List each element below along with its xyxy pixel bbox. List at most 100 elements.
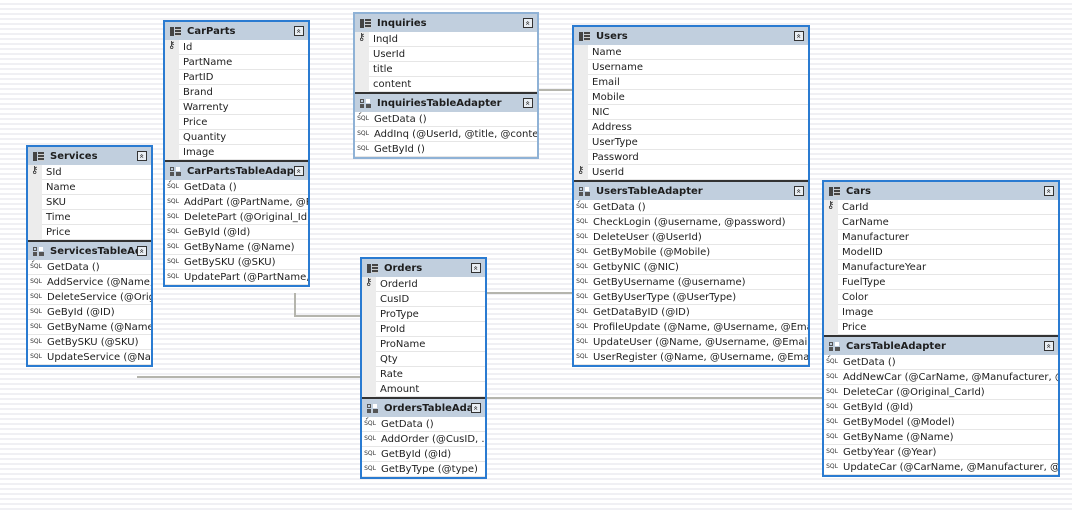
method-row[interactable]: SQL GetDataByID (@ID): [574, 305, 808, 320]
table-users[interactable]: Users » ⚷ Name Username Email Mobile NIC…: [572, 25, 810, 367]
method-row[interactable]: SQLGetData (): [355, 112, 537, 127]
method-row[interactable]: SQL CheckLogin (@username, @password): [574, 215, 808, 230]
table-cars[interactable]: Cars » ⚷ CarId CarName Manufacturer Mode…: [822, 180, 1060, 477]
collapse-chevron-icon[interactable]: »: [523, 18, 533, 28]
column-row[interactable]: UserId: [369, 47, 537, 62]
method-row[interactable]: SQL GetByName (@Name): [28, 320, 151, 335]
method-row[interactable]: SQLGetData (): [362, 417, 485, 432]
method-row[interactable]: SQL GetByMobile (@Mobile): [574, 245, 808, 260]
column-row[interactable]: FuelType: [838, 275, 1058, 290]
collapse-chevron-icon[interactable]: »: [294, 166, 304, 176]
method-row[interactable]: SQL GetByModel (@Model): [824, 415, 1058, 430]
column-row[interactable]: Price: [42, 225, 151, 240]
column-row[interactable]: ManufactureYear: [838, 260, 1058, 275]
method-row[interactable]: SQLUpdateUser (@Name, @Username, @Email,…: [574, 335, 808, 350]
method-row[interactable]: SQLUpdatePart (@PartName, ...: [165, 270, 308, 285]
table-header[interactable]: Inquiries »: [355, 14, 537, 32]
column-row[interactable]: Email: [588, 75, 808, 90]
collapse-chevron-icon[interactable]: »: [523, 98, 533, 108]
adapter-header[interactable]: UsersTableAdapter »: [574, 182, 808, 200]
method-row[interactable]: SQLUpdateCar (@CarName, @Manufacturer, @…: [824, 460, 1058, 475]
method-row[interactable]: SQLGetData (): [28, 260, 151, 275]
adapter-header[interactable]: CarsTableAdapter »: [824, 337, 1058, 355]
column-row[interactable]: Username: [588, 60, 808, 75]
relation-carparts-orders[interactable]: [294, 293, 360, 317]
collapse-chevron-icon[interactable]: »: [294, 26, 304, 36]
method-row[interactable]: SQL DeletePart (@Original_Id): [165, 210, 308, 225]
table-carparts[interactable]: CarParts » ⚷ Id PartName PartID Brand Wa…: [163, 20, 310, 287]
method-row[interactable]: SQL GeById (@Id): [165, 225, 308, 240]
column-row[interactable]: Rate: [376, 367, 485, 382]
column-row[interactable]: CarId: [838, 200, 1058, 215]
method-row[interactable]: SQLUserRegister (@Name, @Username, @Emai…: [574, 350, 808, 365]
method-row[interactable]: SQL GetBySKU (@SKU): [165, 255, 308, 270]
column-row[interactable]: SId: [42, 165, 151, 180]
table-header[interactable]: Services »: [28, 147, 151, 165]
column-row[interactable]: Name: [588, 45, 808, 60]
method-row[interactable]: SQLGetData (): [165, 180, 308, 195]
column-row[interactable]: Time: [42, 210, 151, 225]
column-row[interactable]: content: [369, 77, 537, 92]
collapse-chevron-icon[interactable]: »: [1044, 186, 1054, 196]
column-row[interactable]: ProName: [376, 337, 485, 352]
collapse-chevron-icon[interactable]: »: [794, 31, 804, 41]
column-row[interactable]: Price: [179, 115, 308, 130]
method-row[interactable]: SQL UpdateService (@Na...: [28, 350, 151, 365]
column-row[interactable]: Mobile: [588, 90, 808, 105]
column-row[interactable]: Image: [838, 305, 1058, 320]
column-row[interactable]: InqId: [369, 32, 537, 47]
method-row[interactable]: SQL GetByType (@type): [362, 462, 485, 477]
method-row[interactable]: SQL DeleteCar (@Original_CarId): [824, 385, 1058, 400]
column-row[interactable]: Name: [42, 180, 151, 195]
table-header[interactable]: Cars »: [824, 182, 1058, 200]
column-row[interactable]: ModelID: [838, 245, 1058, 260]
column-row[interactable]: CusID: [376, 292, 485, 307]
column-row[interactable]: UserId: [588, 165, 808, 180]
column-row[interactable]: Address: [588, 120, 808, 135]
column-row[interactable]: NIC: [588, 105, 808, 120]
column-row[interactable]: CarName: [838, 215, 1058, 230]
collapse-chevron-icon[interactable]: »: [471, 403, 481, 413]
method-row[interactable]: SQL GetbyYear (@Year): [824, 445, 1058, 460]
method-row[interactable]: SQLAddPart (@PartName, @Pa...: [165, 195, 308, 210]
column-row[interactable]: Password: [588, 150, 808, 165]
column-row[interactable]: Image: [179, 145, 308, 160]
column-row[interactable]: UserType: [588, 135, 808, 150]
column-row[interactable]: Price: [838, 320, 1058, 335]
column-row[interactable]: ProType: [376, 307, 485, 322]
adapter-header[interactable]: ServicesTableAdapt »: [28, 242, 151, 260]
column-row[interactable]: OrderId: [376, 277, 485, 292]
column-row[interactable]: Color: [838, 290, 1058, 305]
method-row[interactable]: SQL AddOrder (@CusID, ...: [362, 432, 485, 447]
column-row[interactable]: Brand: [179, 85, 308, 100]
column-row[interactable]: PartName: [179, 55, 308, 70]
column-row[interactable]: Quantity: [179, 130, 308, 145]
method-row[interactable]: SQLProfileUpdate (@Name, @Username, @Ema…: [574, 320, 808, 335]
collapse-chevron-icon[interactable]: »: [1044, 341, 1054, 351]
collapse-chevron-icon[interactable]: »: [137, 151, 147, 161]
method-row[interactable]: SQL GetbyNIC (@NIC): [574, 260, 808, 275]
column-row[interactable]: Qty: [376, 352, 485, 367]
method-row[interactable]: SQL GetById (): [355, 142, 537, 157]
method-row[interactable]: SQL GetByUsername (@username): [574, 275, 808, 290]
collapse-chevron-icon[interactable]: »: [471, 263, 481, 273]
method-row[interactable]: SQL GetBySKU (@SKU): [28, 335, 151, 350]
adapter-header[interactable]: OrdersTableAdapter »: [362, 399, 485, 417]
method-row[interactable]: SQL AddInq (@UserId, @title, @content): [355, 127, 537, 142]
adapter-header[interactable]: CarPartsTableAdapter »: [165, 162, 308, 180]
table-orders[interactable]: Orders » ⚷ OrderId CusID ProType ProId P…: [360, 257, 487, 479]
method-row[interactable]: SQL DeleteUser (@UserId): [574, 230, 808, 245]
table-header[interactable]: CarParts »: [165, 22, 308, 40]
method-row[interactable]: SQL GetByName (@Name): [165, 240, 308, 255]
method-row[interactable]: SQLAddService (@Name, ...: [28, 275, 151, 290]
method-row[interactable]: SQL GetById (@Id): [824, 400, 1058, 415]
method-row[interactable]: SQLGetData (): [824, 355, 1058, 370]
method-row[interactable]: SQLAddNewCar (@CarName, @Manufacturer, @…: [824, 370, 1058, 385]
method-row[interactable]: SQL GetByUserType (@UserType): [574, 290, 808, 305]
column-row[interactable]: SKU: [42, 195, 151, 210]
adapter-header[interactable]: InquiriesTableAdapter »: [355, 94, 537, 112]
method-row[interactable]: SQLGetData (): [574, 200, 808, 215]
collapse-chevron-icon[interactable]: »: [794, 186, 804, 196]
column-row[interactable]: PartID: [179, 70, 308, 85]
collapse-chevron-icon[interactable]: »: [137, 246, 147, 256]
